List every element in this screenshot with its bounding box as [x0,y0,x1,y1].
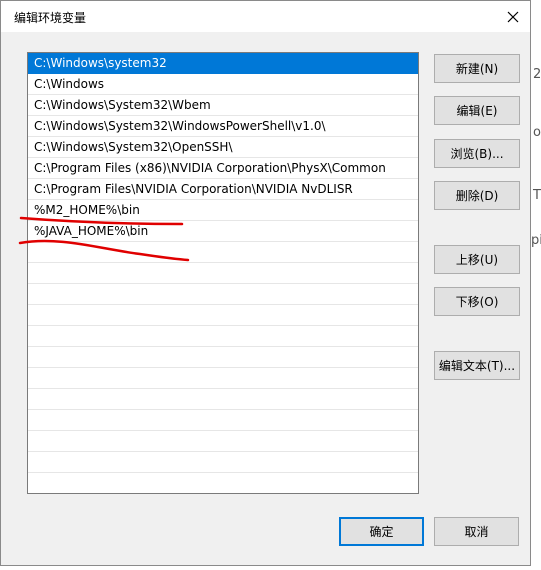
edit-button[interactable]: 编辑(E) [434,96,520,125]
cancel-button[interactable]: 取消 [434,517,519,546]
path-list-item[interactable]: C:\Program Files (x86)\NVIDIA Corporatio… [28,158,418,179]
path-list-empty-row[interactable] [28,284,418,305]
path-list-empty-row[interactable] [28,410,418,431]
path-item-text: C:\Program Files (x86)\NVIDIA Corporatio… [34,161,386,175]
delete-button[interactable]: 删除(D) [434,181,520,210]
path-item-text: C:\Windows\system32 [34,56,167,70]
path-list-empty-row[interactable] [28,368,418,389]
path-list-empty-row[interactable] [28,431,418,452]
path-item-text: %M2_HOME%\bin [34,203,140,217]
path-item-text: C:\Program Files\NVIDIA Corporation\NVID… [34,182,353,196]
path-list-item[interactable]: C:\Program Files\NVIDIA Corporation\NVID… [28,179,418,200]
background-window-text: pi [531,233,541,248]
path-list-empty-row[interactable] [28,389,418,410]
path-list-empty-row[interactable] [28,452,418,473]
path-list-item[interactable]: %JAVA_HOME%\bin [28,221,418,242]
path-item-text: C:\Windows\System32\Wbem [34,98,211,112]
path-list-item[interactable]: %M2_HOME%\bin [28,200,418,221]
path-list-item[interactable]: C:\Windows\System32\Wbem [28,95,418,116]
path-item-text: C:\Windows [34,77,105,91]
close-icon [507,11,519,23]
path-list-empty-row[interactable] [28,326,418,347]
edit-env-variable-dialog: 编辑环境变量 C:\Windows\system32 C:\Windows C:… [0,0,531,566]
path-list-empty-row[interactable] [28,242,418,263]
ok-button[interactable]: 确定 [339,517,424,546]
background-window-text: 2 [533,67,541,82]
move-down-button[interactable]: 下移(O) [434,287,520,316]
path-list-item[interactable]: C:\Windows [28,74,418,95]
background-window-text: o [533,125,541,140]
close-button[interactable] [502,6,524,28]
edit-text-button[interactable]: 编辑文本(T)... [434,351,520,380]
background-window-text: T [533,188,541,203]
path-item-text: %JAVA_HOME%\bin [34,224,149,238]
path-list-empty-row[interactable] [28,347,418,368]
move-up-button[interactable]: 上移(U) [434,245,520,274]
path-item-text: C:\Windows\System32\OpenSSH\ [34,140,233,154]
browse-button[interactable]: 浏览(B)... [434,139,520,168]
new-button[interactable]: 新建(N) [434,54,520,83]
path-list-item[interactable]: C:\Windows\system32 [28,53,418,74]
path-list-item[interactable]: C:\Windows\System32\WindowsPowerShell\v1… [28,116,418,137]
path-list-empty-row[interactable] [28,305,418,326]
title-bar: 编辑环境变量 [1,1,530,32]
path-list-empty-row[interactable] [28,473,418,493]
path-list[interactable]: C:\Windows\system32 C:\Windows C:\Window… [27,52,419,494]
path-list-item[interactable]: C:\Windows\System32\OpenSSH\ [28,137,418,158]
path-item-text: C:\Windows\System32\WindowsPowerShell\v1… [34,119,326,133]
dialog-title: 编辑环境变量 [14,11,87,25]
path-list-empty-row[interactable] [28,263,418,284]
